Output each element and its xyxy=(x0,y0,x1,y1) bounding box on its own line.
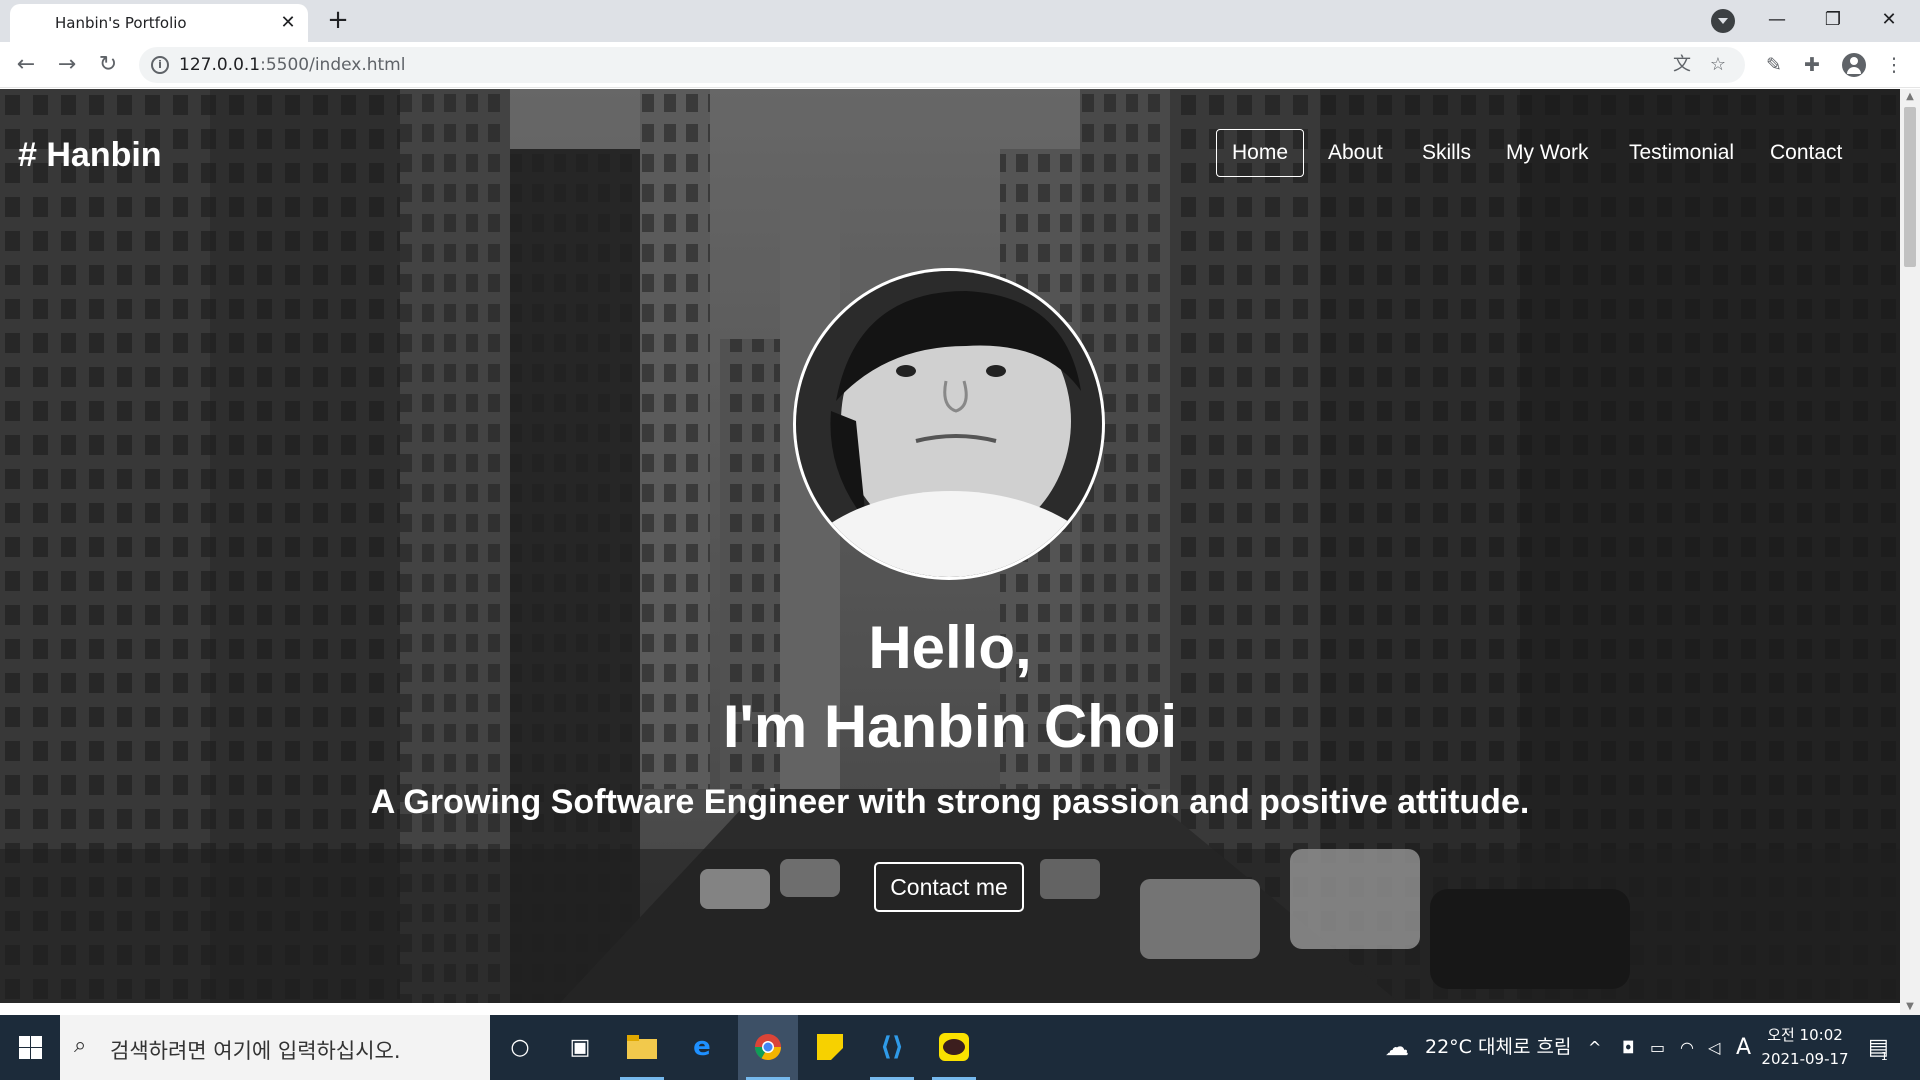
reload-icon[interactable]: ↻ xyxy=(94,51,122,79)
vscode-icon[interactable]: ⟨⟩ xyxy=(862,1015,922,1080)
tray-battery-icon[interactable]: ▭ xyxy=(1650,1015,1665,1080)
taskbar-search-placeholder: 검색하려면 여기에 입력하십시오. xyxy=(110,1039,401,1063)
contact-me-button[interactable]: Contact me xyxy=(874,862,1024,912)
browser-menu-icon[interactable]: ⋮ xyxy=(1882,53,1906,77)
extension-eyedropper-icon[interactable]: ✎ xyxy=(1762,53,1786,77)
hero-tagline: A Growing Software Engineer with strong … xyxy=(370,783,1530,821)
site-logo[interactable]: # Hanbin xyxy=(18,136,162,175)
tray-chevron-up-icon[interactable]: ^ xyxy=(1588,1015,1601,1080)
nav-item-home[interactable]: Home xyxy=(1216,129,1305,177)
search-icon: ⌕ xyxy=(74,1033,87,1058)
kakaotalk-icon[interactable] xyxy=(924,1015,984,1080)
clock-date: 2021-09-17 xyxy=(1761,1050,1849,1068)
tab-close-icon[interactable]: ✕ xyxy=(278,13,298,33)
sticky-notes-icon[interactable] xyxy=(800,1015,860,1080)
hero-greeting-line2: I'm Hanbin Choi xyxy=(722,693,1178,760)
cortana-icon[interactable]: ○ xyxy=(490,1015,550,1080)
nav-item-contact[interactable]: Contact xyxy=(1754,129,1858,177)
page-scrollbar[interactable]: ▲ ▼ xyxy=(1900,89,1920,1015)
url-text[interactable]: 127.0.0.1:5500/index.html xyxy=(179,55,405,75)
scrollbar-thumb[interactable] xyxy=(1904,107,1916,267)
taskbar-search-input[interactable]: ⌕ 검색하려면 여기에 입력하십시오. xyxy=(60,1015,490,1080)
browser-toolbar: ← → ↻ i 127.0.0.1:5500/index.html 文 ☆ ✎ … xyxy=(0,42,1920,88)
browser-tab-strip: Hanbin's Portfolio ✕ + — ❐ ✕ xyxy=(0,0,1920,42)
translate-icon[interactable]: 文 xyxy=(1671,54,1693,76)
address-bar[interactable]: i 127.0.0.1:5500/index.html 文 ☆ xyxy=(139,47,1745,83)
forward-arrow-icon[interactable]: → xyxy=(53,51,81,79)
url-path: :5500/index.html xyxy=(260,55,406,75)
scroll-up-arrow-icon[interactable]: ▲ xyxy=(1900,89,1920,105)
taskbar-clock[interactable]: 오전 10:02 2021-09-17 xyxy=(1760,1023,1850,1071)
new-tab-button[interactable]: + xyxy=(324,6,352,34)
bookmark-star-icon[interactable]: ☆ xyxy=(1707,54,1729,76)
ime-indicator[interactable]: A xyxy=(1736,1015,1751,1080)
internet-explorer-icon[interactable]: e xyxy=(672,1015,732,1080)
close-window-button[interactable]: ✕ xyxy=(1866,0,1912,42)
task-view-icon[interactable]: ▣ xyxy=(550,1015,610,1080)
page-viewport: # Hanbin Home About Skills My Work Testi… xyxy=(0,89,1900,1003)
tray-camera-icon[interactable]: ◘ xyxy=(1622,1015,1635,1080)
nav-item-about[interactable]: About xyxy=(1312,129,1399,177)
profile-face-image xyxy=(796,271,1102,577)
browser-tab[interactable]: Hanbin's Portfolio ✕ xyxy=(10,4,308,42)
notification-count: 1 xyxy=(1880,1050,1888,1063)
nav-item-testimonial[interactable]: Testimonial xyxy=(1613,129,1750,177)
restore-button[interactable]: ❐ xyxy=(1810,0,1856,42)
windows-taskbar: ⌕ 검색하려면 여기에 입력하십시오. ○ ▣ e ⟨⟩ ☁ 22°C 대체로 … xyxy=(0,1015,1920,1080)
chrome-icon[interactable] xyxy=(738,1015,798,1080)
url-host: 127.0.0.1 xyxy=(179,55,261,75)
nav-item-skills[interactable]: Skills xyxy=(1406,129,1487,177)
weather-cloud-icon[interactable]: ☁ xyxy=(1385,1015,1409,1080)
nav-item-my-work[interactable]: My Work xyxy=(1490,129,1604,177)
tab-search-icon[interactable] xyxy=(1711,9,1735,33)
windows-start-icon[interactable] xyxy=(0,1015,60,1080)
minimize-button[interactable]: — xyxy=(1754,0,1800,42)
extensions-puzzle-icon[interactable]: ✚ xyxy=(1800,53,1824,77)
hero-section: # Hanbin Home About Skills My Work Testi… xyxy=(0,89,1900,1003)
notification-center-icon[interactable]: ▤1 xyxy=(1868,1015,1896,1080)
hero-greeting-line1: Hello, xyxy=(868,614,1032,681)
clock-time: 오전 10:02 xyxy=(1767,1026,1843,1044)
site-info-icon[interactable]: i xyxy=(151,56,169,74)
back-arrow-icon[interactable]: ← xyxy=(12,51,40,79)
tab-title: Hanbin's Portfolio xyxy=(55,14,187,32)
file-explorer-icon[interactable] xyxy=(612,1015,672,1080)
tray-network-icon[interactable]: ◠ xyxy=(1680,1015,1694,1080)
profile-avatar-icon[interactable] xyxy=(1842,53,1866,77)
tray-volume-icon[interactable]: ◁ xyxy=(1708,1015,1720,1080)
scroll-down-arrow-icon[interactable]: ▼ xyxy=(1900,999,1920,1015)
weather-text[interactable]: 22°C 대체로 흐림 xyxy=(1425,1015,1571,1080)
profile-photo xyxy=(793,268,1105,580)
